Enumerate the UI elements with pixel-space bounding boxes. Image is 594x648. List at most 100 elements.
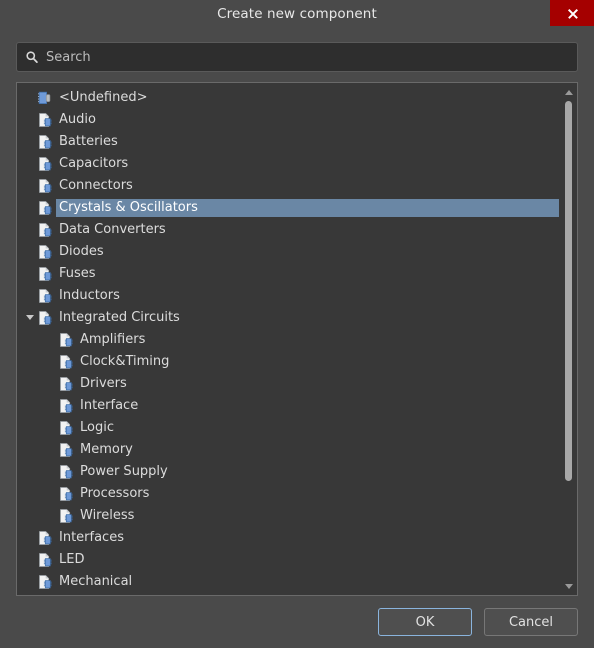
- tree-twisty-placeholder: [44, 439, 58, 461]
- tree-item[interactable]: Batteries: [17, 131, 559, 153]
- tree-item[interactable]: Logic: [17, 417, 559, 439]
- tree-item-label: Interface: [80, 398, 139, 413]
- tree-twisty-placeholder: [44, 329, 58, 351]
- tree-item[interactable]: Wireless: [17, 505, 559, 527]
- tree-item-label: Audio: [59, 112, 96, 127]
- tree-twisty-placeholder: [23, 571, 37, 593]
- tree-item-label: Memory: [80, 442, 133, 457]
- component-file-icon: [60, 399, 73, 413]
- component-file-icon: [39, 135, 52, 149]
- tree-twisty-placeholder: [23, 285, 37, 307]
- tree-twisty-placeholder: [44, 461, 58, 483]
- component-file-icon: [60, 377, 73, 391]
- undefined-component-icon: [38, 91, 51, 104]
- tree-item[interactable]: Data Converters: [17, 219, 559, 241]
- tree-item[interactable]: Diodes: [17, 241, 559, 263]
- scroll-down-arrow-icon[interactable]: [560, 579, 577, 593]
- tree-twisty-placeholder: [23, 549, 37, 571]
- tree-item-label: Interfaces: [59, 530, 124, 545]
- component-file-icon: [39, 311, 52, 325]
- scroll-up-arrow-icon[interactable]: [560, 85, 577, 99]
- tree-item-label: Data Converters: [59, 222, 166, 237]
- component-file-icon: [39, 157, 52, 171]
- tree-item[interactable]: Connectors: [17, 175, 559, 197]
- component-file-icon: [60, 355, 73, 369]
- tree-twisty-placeholder: [44, 483, 58, 505]
- tree-item[interactable]: Interfaces: [17, 527, 559, 549]
- search-box[interactable]: [16, 42, 578, 72]
- tree-twisty-placeholder: [23, 153, 37, 175]
- tree-item-label: Processors: [80, 486, 150, 501]
- tree-item-label: Mechanical: [59, 574, 133, 589]
- tree-item-label: Capacitors: [59, 156, 129, 171]
- tree-twisty-placeholder: [44, 373, 58, 395]
- tree-item[interactable]: <Undefined>: [17, 87, 559, 109]
- dialog-footer: OK Cancel: [0, 596, 594, 648]
- tree-item-label: Crystals & Oscillators: [56, 199, 559, 217]
- component-file-icon: [60, 333, 73, 347]
- component-file-icon: [60, 509, 73, 523]
- tree-item-label: LED: [59, 552, 85, 567]
- tree-item[interactable]: Crystals & Oscillators: [17, 197, 559, 219]
- scrollbar-thumb[interactable]: [565, 101, 572, 481]
- tree-item-label: Integrated Circuits: [59, 310, 180, 325]
- close-icon: [567, 8, 578, 19]
- tree-item[interactable]: Capacitors: [17, 153, 559, 175]
- tree-twisty-placeholder: [23, 241, 37, 263]
- tree-item[interactable]: Audio: [17, 109, 559, 131]
- component-file-icon: [39, 553, 52, 567]
- tree-twisty-placeholder: [23, 109, 37, 131]
- tree-item-label: Clock&Timing: [80, 354, 170, 369]
- component-file-icon: [39, 113, 52, 127]
- tree-item[interactable]: Integrated Circuits: [17, 307, 559, 329]
- component-file-icon: [39, 223, 52, 237]
- category-tree-panel: <Undefined> Audio Batteries Capacitors Conne…: [16, 82, 578, 596]
- tree-item[interactable]: Processors: [17, 483, 559, 505]
- component-file-icon: [39, 289, 52, 303]
- chevron-down-icon: [26, 315, 34, 323]
- search-input[interactable]: [46, 49, 569, 65]
- tree-item-label: Amplifiers: [80, 332, 146, 347]
- tree-item-label: <Undefined>: [59, 90, 148, 105]
- category-tree[interactable]: <Undefined> Audio Batteries Capacitors Conne…: [17, 83, 559, 595]
- tree-twisty-placeholder: [44, 395, 58, 417]
- tree-item[interactable]: Interface: [17, 395, 559, 417]
- create-new-component-dialog: Create new component <Undefined> Audio Bat…: [0, 0, 594, 648]
- tree-twisty-placeholder: [23, 175, 37, 197]
- search-icon: [26, 51, 38, 63]
- tree-twisty-placeholder: [23, 131, 37, 153]
- component-file-icon: [60, 443, 73, 457]
- tree-item[interactable]: Clock&Timing: [17, 351, 559, 373]
- tree-item[interactable]: Drivers: [17, 373, 559, 395]
- cancel-button[interactable]: Cancel: [484, 608, 578, 636]
- tree-item[interactable]: Inductors: [17, 285, 559, 307]
- tree-item[interactable]: Fuses: [17, 263, 559, 285]
- title-bar: Create new component: [0, 0, 594, 28]
- tree-item[interactable]: Amplifiers: [17, 329, 559, 351]
- component-file-icon: [39, 201, 52, 215]
- component-file-icon: [60, 421, 73, 435]
- component-file-icon: [60, 487, 73, 501]
- component-file-icon: [39, 179, 52, 193]
- tree-item-label: Power Supply: [80, 464, 168, 479]
- tree-twisty-placeholder: [23, 527, 37, 549]
- close-button[interactable]: [550, 0, 594, 26]
- tree-item[interactable]: Mechanical: [17, 571, 559, 593]
- component-file-icon: [39, 531, 52, 545]
- component-file-icon: [39, 575, 52, 589]
- tree-expand-toggle[interactable]: [23, 307, 37, 329]
- tree-item[interactable]: LED: [17, 549, 559, 571]
- tree-scrollbar[interactable]: [559, 83, 577, 595]
- tree-item-label: Drivers: [80, 376, 127, 391]
- tree-item-label: Connectors: [59, 178, 133, 193]
- tree-item[interactable]: Power Supply: [17, 461, 559, 483]
- tree-item-label: Diodes: [59, 244, 104, 259]
- tree-item[interactable]: Memory: [17, 439, 559, 461]
- tree-item-label: Fuses: [59, 266, 96, 281]
- ok-button[interactable]: OK: [378, 608, 472, 636]
- tree-item-label: Logic: [80, 420, 114, 435]
